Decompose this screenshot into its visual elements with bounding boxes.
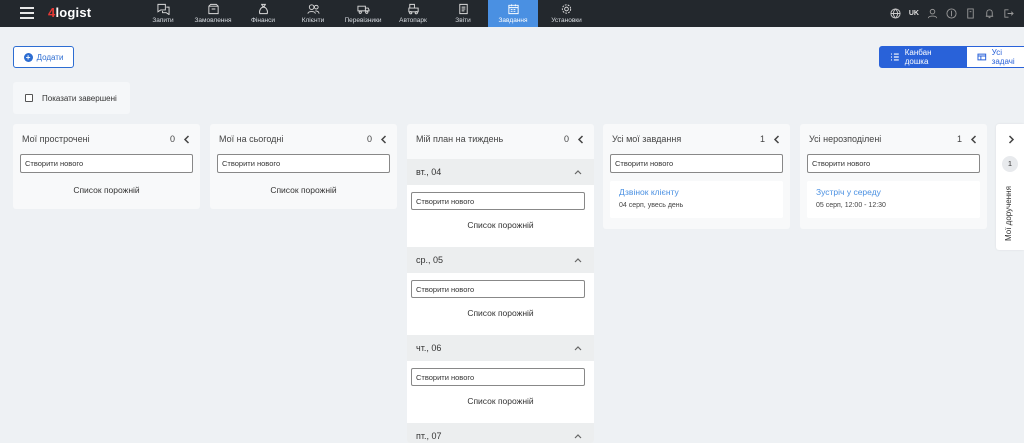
column-today: Мої на сьогодні 0 Створити нового Список…: [210, 124, 397, 209]
empty-list-text: Список порожній: [73, 185, 140, 195]
nav-item-finance[interactable]: Фінанси: [238, 0, 288, 27]
assignments-count-badge: 1: [1002, 156, 1018, 172]
task-title-link[interactable]: Зустріч у середу: [816, 187, 971, 197]
gear-icon: [560, 3, 574, 15]
top-navbar: 4logist Запити Замовлення Фінанси Клієнт…: [0, 0, 1024, 27]
nav-item-orders[interactable]: Замовлення: [188, 0, 238, 27]
vehicle-icon: [406, 3, 420, 15]
calendar-icon: [506, 3, 520, 15]
chevron-up-icon[interactable]: [574, 169, 582, 175]
empty-list-text: Список порожній: [467, 308, 534, 318]
side-panel-my-assignments[interactable]: 1 Мої доручення: [996, 124, 1024, 250]
user-icon[interactable]: [927, 8, 938, 19]
menu-icon[interactable]: [20, 6, 34, 20]
task-date: 05 серп, 12:00 - 12:30: [816, 202, 886, 209]
add-button[interactable]: + Додати: [13, 46, 74, 68]
column-count: 0: [563, 134, 569, 144]
list-icon: [890, 53, 899, 61]
nav-item-requests[interactable]: Запити: [138, 0, 188, 27]
table-icon: [977, 53, 987, 61]
column-unassigned: Усі нерозподілені 1 Створити нового Зуст…: [800, 124, 987, 229]
column-count: 1: [956, 134, 962, 144]
chevron-right-icon[interactable]: [1008, 134, 1016, 144]
column-header: Усі нерозподілені 1: [800, 124, 987, 154]
side-panel-label: Мої доручення: [1004, 186, 1013, 241]
empty-list-text: Список порожній: [270, 185, 337, 195]
language-selector[interactable]: UK: [909, 10, 919, 17]
create-new-input[interactable]: Створити нового: [411, 368, 585, 386]
column-header: Усі мої завдання 1: [603, 124, 790, 154]
chevron-left-icon[interactable]: [380, 134, 388, 144]
create-new-input[interactable]: Створити нового: [217, 154, 390, 173]
chevron-up-icon[interactable]: [574, 345, 582, 351]
create-new-input[interactable]: Створити нового: [411, 280, 585, 298]
show-completed-checkbox[interactable]: [25, 94, 33, 102]
nav-right-tools: UK: [890, 0, 1014, 27]
day-group-header[interactable]: пт., 07: [407, 423, 594, 443]
day-group-header[interactable]: ср., 05: [407, 247, 594, 273]
users-icon: [306, 3, 320, 15]
globe-icon[interactable]: [890, 8, 901, 19]
column-header: Мої на сьогодні 0: [210, 124, 397, 154]
plus-icon: +: [23, 52, 33, 62]
create-new-input[interactable]: Створити нового: [20, 154, 193, 173]
logout-icon[interactable]: [1003, 8, 1014, 19]
chevron-up-icon[interactable]: [574, 257, 582, 263]
chevron-left-icon[interactable]: [970, 134, 978, 144]
column-week-plan: Мій план на тиждень 0 вт., 04 Створити н…: [407, 124, 594, 443]
document-icon[interactable]: [965, 8, 976, 19]
nav-item-carriers[interactable]: Перевізники: [338, 0, 388, 27]
column-all-my-tasks: Усі мої завдання 1 Створити нового Дзвін…: [603, 124, 790, 229]
create-new-input[interactable]: Створити нового: [807, 154, 980, 173]
empty-list-text: Список порожній: [467, 220, 534, 230]
all-tasks-view-button[interactable]: Усі задачі: [967, 46, 1024, 68]
chevron-left-icon[interactable]: [773, 134, 781, 144]
bell-icon[interactable]: [984, 8, 995, 19]
column-header: Мої прострочені 0: [13, 124, 200, 154]
chevron-left-icon[interactable]: [183, 134, 191, 144]
nav-item-tasks[interactable]: Завдання: [488, 0, 538, 27]
task-card[interactable]: Дзвінок клієнту 04 серп, увесь день: [610, 181, 783, 218]
day-group-body: Створити нового Список порожній: [407, 185, 594, 247]
kanban-view-button[interactable]: Канбан дошка: [879, 46, 967, 68]
report-icon: [456, 3, 470, 15]
column-count: 1: [759, 134, 765, 144]
empty-list-text: Список порожній: [467, 396, 534, 406]
money-bag-icon: [256, 3, 270, 15]
day-group-header[interactable]: вт., 04: [407, 159, 594, 185]
nav-item-fleet[interactable]: Автопарк: [388, 0, 438, 27]
nav-item-clients[interactable]: Клієнти: [288, 0, 338, 27]
column-header: Мій план на тиждень 0: [407, 124, 594, 154]
app-logo[interactable]: 4logist: [48, 5, 91, 20]
day-group-body: Створити нового Список порожній: [407, 361, 594, 423]
create-new-input[interactable]: Створити нового: [411, 192, 585, 210]
day-group-header[interactable]: чт., 06: [407, 335, 594, 361]
day-group-body: Створити нового Список порожній: [407, 273, 594, 335]
task-card[interactable]: Зустріч у середу 05 серп, 12:00 - 12:30: [807, 181, 980, 218]
nav-item-reports[interactable]: Звіти: [438, 0, 488, 27]
nav-item-settings[interactable]: Установки: [538, 0, 595, 27]
box-icon: [206, 3, 220, 15]
task-date: 04 серп, увесь день: [619, 202, 684, 209]
column-count: 0: [366, 134, 372, 144]
dollar-icon[interactable]: [946, 8, 957, 19]
truck-icon: [356, 3, 370, 15]
main-nav: Запити Замовлення Фінанси Клієнти Переві…: [138, 0, 595, 27]
view-switch: Канбан дошка Усі задачі: [879, 46, 1024, 68]
show-completed-toggle[interactable]: Показати завершені: [13, 82, 130, 114]
create-new-input[interactable]: Створити нового: [610, 154, 783, 173]
column-count: 0: [169, 134, 175, 144]
task-title-link[interactable]: Дзвінок клієнту: [619, 187, 774, 197]
chevron-left-icon[interactable]: [577, 134, 585, 144]
chat-icon: [156, 3, 170, 15]
column-overdue: Мої прострочені 0 Створити нового Список…: [13, 124, 200, 209]
chevron-up-icon[interactable]: [574, 433, 582, 439]
